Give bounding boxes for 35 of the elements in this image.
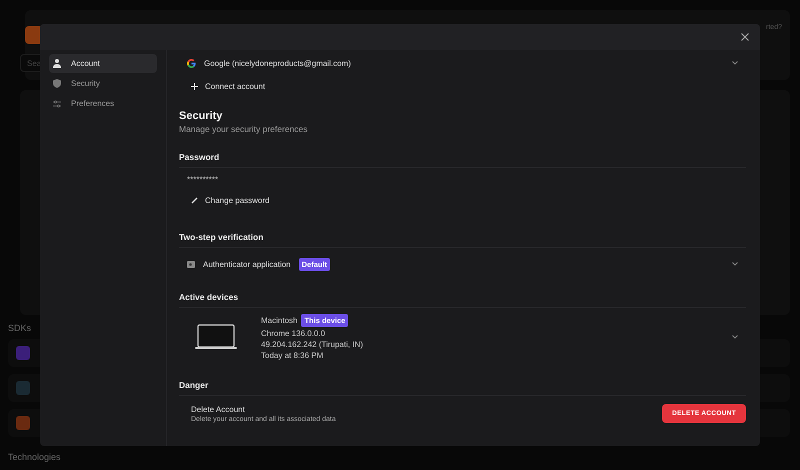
sdk-logo-icon <box>16 381 30 395</box>
delete-account-title: Delete Account <box>191 404 246 414</box>
google-logo-icon <box>187 58 196 68</box>
shield-icon <box>53 79 61 88</box>
password-value: ********** <box>187 174 218 184</box>
change-password-button[interactable]: Change password <box>179 190 270 210</box>
method-label: Authenticator application <box>203 260 291 268</box>
section-heading: Two-step verification <box>179 232 746 248</box>
laptop-icon <box>195 324 237 350</box>
sdk-logo-icon <box>16 346 30 360</box>
authenticator-icon <box>187 260 195 268</box>
sidebar-item[interactable]: Account <box>49 54 157 73</box>
linked-account-label: Google (nicelydoneproducts@gmail.com) <box>204 58 351 68</box>
person-icon <box>53 59 61 68</box>
section-heading: Active devices <box>179 292 746 308</box>
device-ip: 49.204.162.242 (Tirupati, IN) <box>261 340 363 349</box>
sdk-logo-icon <box>16 416 30 430</box>
chevron-down-icon[interactable] <box>732 262 738 266</box>
sidebar-item[interactable]: Security <box>49 74 157 93</box>
connect-account-button[interactable]: Connect account <box>179 76 266 96</box>
sidebar-item[interactable]: Preferences <box>49 94 157 113</box>
section-title: SDKs <box>8 323 32 333</box>
device-last-seen: Today at 8:36 PM <box>261 351 324 360</box>
chevron-down-icon[interactable] <box>732 61 738 65</box>
page-title: Security <box>179 110 224 122</box>
page-subtitle: Manage your security preferences <box>179 124 309 134</box>
device-name: Macintosh <box>261 316 298 325</box>
plus-icon <box>191 82 198 90</box>
sliders-icon <box>53 100 61 108</box>
pencil-icon <box>191 196 198 204</box>
device-browser: Chrome 136.0.0.0 <box>261 329 326 338</box>
section-heading: Password <box>179 152 746 168</box>
chevron-down-icon[interactable] <box>732 335 738 339</box>
section-heading: Danger <box>179 380 746 396</box>
section-title: Technologies <box>8 452 61 462</box>
